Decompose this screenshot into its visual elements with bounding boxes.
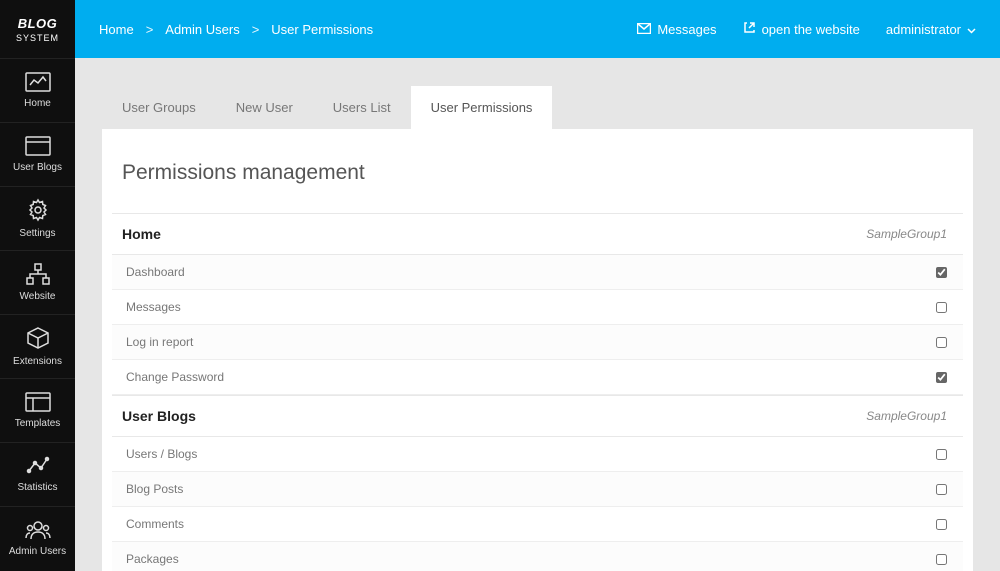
perm-row: Messages	[112, 290, 963, 325]
perm-checkbox-packages[interactable]	[936, 554, 947, 565]
perm-section-header: Home SampleGroup1	[112, 213, 963, 255]
breadcrumb-separator: >	[252, 22, 260, 37]
sidebar-item-templates[interactable]: Templates	[0, 378, 75, 442]
perm-checkbox-login-report[interactable]	[936, 337, 947, 348]
perm-section-title: Home	[122, 226, 161, 242]
user-label: administrator	[886, 22, 961, 37]
tab-users-list[interactable]: Users List	[313, 86, 411, 129]
sidebar-item-label: Website	[20, 291, 56, 303]
tab-user-permissions[interactable]: User Permissions	[411, 86, 553, 129]
user-menu[interactable]: administrator	[886, 22, 976, 37]
window-icon	[25, 136, 51, 156]
stats-icon	[26, 456, 50, 476]
perm-row: Blog Posts	[112, 472, 963, 507]
sidebar-item-home[interactable]: Home	[0, 58, 75, 122]
logo[interactable]: BLOG SYSTEM	[0, 0, 75, 58]
topbar: Home > Admin Users > User Permissions Me…	[75, 0, 1000, 58]
sidebar-item-website[interactable]: Website	[0, 250, 75, 314]
perm-row: Packages	[112, 542, 963, 571]
perm-row: Change Password	[112, 360, 963, 395]
sitemap-icon	[25, 263, 51, 285]
perm-label: Messages	[126, 300, 917, 314]
tab-new-user[interactable]: New User	[216, 86, 313, 129]
perm-checkbox-users-blogs[interactable]	[936, 449, 947, 460]
sidebar-item-label: User Blogs	[13, 162, 62, 174]
perm-label: Blog Posts	[126, 482, 917, 496]
perm-group-name: SampleGroup1	[866, 409, 947, 423]
gear-icon	[26, 198, 50, 222]
sidebar-item-label: Templates	[15, 418, 61, 430]
breadcrumb-home[interactable]: Home	[99, 22, 134, 37]
messages-link[interactable]: Messages	[637, 22, 716, 37]
perm-row: Log in report	[112, 325, 963, 360]
sidebar-item-extensions[interactable]: Extensions	[0, 314, 75, 378]
breadcrumb-separator: >	[146, 22, 154, 37]
perm-section-title: User Blogs	[122, 408, 196, 424]
sidebar-item-label: Admin Users	[9, 546, 66, 558]
sidebar-item-admin-users[interactable]: Admin Users	[0, 506, 75, 570]
perm-label: Dashboard	[126, 265, 917, 279]
perm-section-header: User Blogs SampleGroup1	[112, 395, 963, 437]
layout-icon	[25, 392, 51, 412]
perm-row: Users / Blogs	[112, 437, 963, 472]
external-icon	[743, 21, 756, 37]
perm-label: Comments	[126, 517, 917, 531]
permissions-table: Home SampleGroup1 Dashboard Messages	[112, 213, 963, 571]
perm-checkbox-dashboard[interactable]	[936, 267, 947, 278]
sidebar-item-label: Extensions	[13, 356, 62, 368]
open-website-label: open the website	[762, 22, 860, 37]
open-website-link[interactable]: open the website	[743, 21, 860, 37]
sidebar-item-statistics[interactable]: Statistics	[0, 442, 75, 506]
perm-checkbox-change-password[interactable]	[936, 372, 947, 383]
perm-checkbox-messages[interactable]	[936, 302, 947, 313]
page-title: Permissions management	[112, 161, 963, 213]
logo-line1: BLOG	[18, 16, 58, 31]
content-area: User Groups New User Users List User Per…	[75, 58, 1000, 571]
perm-checkbox-comments[interactable]	[936, 519, 947, 530]
sidebar: BLOG SYSTEM Home User Blogs Settings	[0, 0, 75, 571]
perm-row: Comments	[112, 507, 963, 542]
perm-group-name: SampleGroup1	[866, 227, 947, 241]
tabs: User Groups New User Users List User Per…	[102, 86, 973, 129]
perm-label: Change Password	[126, 370, 917, 384]
perm-row: Dashboard	[112, 255, 963, 290]
sidebar-item-label: Statistics	[17, 482, 57, 494]
breadcrumb-admin-users[interactable]: Admin Users	[165, 22, 239, 37]
sidebar-item-user-blogs[interactable]: User Blogs	[0, 122, 75, 186]
sidebar-item-settings[interactable]: Settings	[0, 186, 75, 250]
breadcrumb-user-permissions[interactable]: User Permissions	[271, 22, 373, 37]
perm-label: Packages	[126, 552, 917, 566]
perm-label: Users / Blogs	[126, 447, 917, 461]
logo-line2: SYSTEM	[16, 33, 59, 43]
chevron-down-icon	[967, 22, 976, 37]
users-icon	[25, 520, 51, 540]
package-icon	[26, 326, 50, 350]
sidebar-item-label: Settings	[19, 228, 55, 240]
perm-checkbox-blog-posts[interactable]	[936, 484, 947, 495]
messages-label: Messages	[657, 22, 716, 37]
sidebar-item-label: Home	[24, 98, 51, 110]
chart-icon	[25, 72, 51, 92]
tab-user-groups[interactable]: User Groups	[102, 86, 216, 129]
envelope-icon	[637, 22, 651, 37]
breadcrumb: Home > Admin Users > User Permissions	[99, 22, 373, 37]
perm-label: Log in report	[126, 335, 917, 349]
